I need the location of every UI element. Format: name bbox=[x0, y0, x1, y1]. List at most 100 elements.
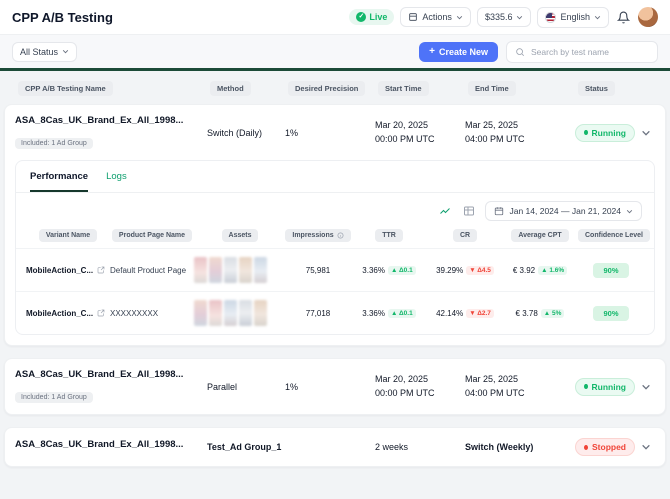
confidence-badge: 90% bbox=[593, 306, 628, 321]
included-badge: Included: 1 Ad Group bbox=[15, 138, 93, 149]
external-link-icon[interactable] bbox=[97, 309, 105, 317]
variant-row: MobileAction_C... Default Product Page bbox=[16, 248, 654, 291]
calendar-icon bbox=[494, 206, 504, 216]
end-time-value: Mar 25, 2025 04:00 PM UTC bbox=[465, 373, 575, 401]
table-view-button[interactable] bbox=[461, 203, 477, 219]
status-badge: Running bbox=[575, 378, 635, 396]
chevron-down-icon bbox=[626, 208, 633, 215]
status-dot-icon bbox=[584, 445, 588, 450]
test-name: ASA_8Cas_UK_Brand_Ex_All_1998... bbox=[15, 439, 207, 450]
status-dot-icon bbox=[584, 384, 588, 389]
top-bar: CPP A/B Testing ✓ Live Actions $335.6 bbox=[0, 0, 670, 34]
asset-thumbnail bbox=[224, 300, 237, 326]
included-badge: Included: 1 Ad Group bbox=[15, 392, 93, 403]
ad-group-value: Test_Ad Group_1 bbox=[207, 442, 285, 452]
us-flag-icon bbox=[545, 12, 556, 23]
col-header-precision: Desired Precision bbox=[288, 81, 365, 96]
external-link-icon[interactable] bbox=[97, 266, 105, 274]
notifications-button[interactable] bbox=[615, 9, 632, 26]
topbar-actions: ✓ Live Actions $335.6 English bbox=[349, 7, 658, 28]
search-icon bbox=[515, 47, 525, 57]
product-page-name: XXXXXXXXX bbox=[110, 309, 194, 318]
expand-toggle[interactable] bbox=[637, 438, 655, 456]
col-cr: CR bbox=[453, 229, 477, 242]
ttr-delta-badge: ▲ Δ0.1 bbox=[388, 309, 416, 318]
end-time-value: Mar 25, 2025 04:00 PM UTC bbox=[465, 119, 575, 147]
tests-list: CPP A/B Testing Name Method Desired Prec… bbox=[0, 71, 670, 467]
asset-thumbnail bbox=[239, 300, 252, 326]
test-name: ASA_8Cas_UK_Brand_Ex_All_1998... bbox=[15, 369, 207, 380]
line-chart-icon bbox=[439, 205, 451, 217]
start-time-value: Mar 20, 2025 00:00 PM UTC bbox=[375, 119, 465, 147]
col-page: Product Page Name bbox=[112, 229, 192, 242]
test-card-2: ASA_8Cas_UK_Brand_Ex_All_1998... Include… bbox=[4, 358, 666, 415]
page-title: CPP A/B Testing bbox=[12, 10, 113, 25]
col-header-start: Start Time bbox=[378, 81, 429, 96]
date-range-picker[interactable]: Jan 14, 2024 — Jan 21, 2024 bbox=[485, 201, 642, 221]
method-value: Switch (Weekly) bbox=[465, 442, 575, 452]
tab-performance[interactable]: Performance bbox=[30, 171, 88, 192]
create-new-button[interactable]: + Create New bbox=[419, 42, 498, 62]
col-cpt: Average CPT bbox=[511, 229, 568, 242]
balance-amount: $335.6 bbox=[485, 12, 513, 22]
col-ttr: TTR bbox=[375, 229, 403, 242]
col-assets: Assets bbox=[222, 229, 259, 242]
chevron-down-icon bbox=[516, 14, 523, 21]
cpt-delta-badge: ▲ 5% bbox=[541, 309, 565, 318]
status-filter-label: All Status bbox=[20, 47, 58, 57]
product-page-name: Default Product Page bbox=[110, 266, 194, 275]
col-variant: Variant Name bbox=[39, 229, 97, 242]
cr-cell: 42.14% ▼ Δ2.7 bbox=[428, 309, 502, 318]
expand-toggle[interactable] bbox=[637, 378, 655, 396]
actions-button[interactable]: Actions bbox=[400, 7, 471, 27]
asset-thumbnail bbox=[209, 257, 222, 283]
cr-cell: 39.29% ▼ Δ4.5 bbox=[428, 266, 502, 275]
status-dot-icon bbox=[584, 130, 588, 135]
confidence-badge: 90% bbox=[593, 263, 628, 278]
variant-name: MobileAction_C... bbox=[26, 266, 93, 275]
ttr-delta-badge: ▲ Δ0.1 bbox=[388, 266, 416, 275]
cr-delta-badge: ▼ Δ4.5 bbox=[466, 266, 494, 275]
asset-thumbnail bbox=[239, 257, 252, 283]
impressions-value: 75,981 bbox=[286, 266, 350, 275]
col-header-name: CPP A/B Testing Name bbox=[18, 81, 113, 96]
ttr-cell: 3.36% ▲ Δ0.1 bbox=[350, 309, 428, 318]
chart-view-button[interactable] bbox=[437, 203, 453, 219]
user-avatar[interactable] bbox=[638, 7, 658, 27]
panel-tabs: Performance Logs bbox=[16, 161, 654, 193]
chevron-down-icon bbox=[62, 48, 69, 55]
filter-toolbar: All Status + Create New bbox=[0, 34, 670, 68]
table-row: ASA_8Cas_UK_Brand_Ex_All_1998... Include… bbox=[5, 105, 665, 160]
asset-thumbnail bbox=[224, 257, 237, 283]
variants-header-row: Variant Name Product Page Name Assets Im… bbox=[16, 227, 654, 248]
status-badge: Stopped bbox=[575, 438, 635, 456]
cpt-cell: € 3.78 ▲ 5% bbox=[502, 309, 578, 318]
status-filter-select[interactable]: All Status bbox=[12, 42, 77, 62]
variant-row: MobileAction_C... XXXXXXXXX bbox=[16, 291, 654, 334]
tab-logs[interactable]: Logs bbox=[106, 171, 127, 192]
table-grid-icon bbox=[463, 205, 475, 217]
col-header-method: Method bbox=[210, 81, 251, 96]
language-selector[interactable]: English bbox=[537, 7, 609, 28]
app-root: CPP A/B Testing ✓ Live Actions $335.6 bbox=[0, 0, 670, 467]
create-new-label: Create New bbox=[439, 47, 488, 57]
live-status-badge: ✓ Live bbox=[349, 9, 394, 25]
precision-value: 1% bbox=[285, 128, 375, 138]
plus-icon: + bbox=[429, 47, 435, 57]
box-icon bbox=[408, 12, 418, 22]
cpt-delta-badge: ▲ 1.6% bbox=[538, 266, 567, 275]
start-time-value: Mar 20, 2025 00:00 PM UTC bbox=[375, 373, 465, 401]
search-input[interactable] bbox=[529, 46, 649, 58]
table-row: ASA_8Cas_UK_Brand_Ex_All_1998... Test_Ad… bbox=[5, 428, 665, 466]
col-confidence: Confidence Level bbox=[578, 229, 650, 242]
asset-thumbnail bbox=[194, 257, 207, 283]
col-header-status: Status bbox=[578, 81, 615, 96]
status-badge: Running bbox=[575, 124, 635, 142]
chevron-down-icon bbox=[641, 382, 651, 392]
info-icon bbox=[337, 232, 344, 239]
test-name-cell: ASA_8Cas_UK_Brand_Ex_All_1998... bbox=[15, 439, 207, 456]
balance-button[interactable]: $335.6 bbox=[477, 7, 532, 27]
expand-toggle[interactable] bbox=[637, 124, 655, 142]
chevron-down-icon bbox=[594, 14, 601, 21]
panel-controls: Jan 14, 2024 — Jan 21, 2024 bbox=[16, 193, 654, 227]
